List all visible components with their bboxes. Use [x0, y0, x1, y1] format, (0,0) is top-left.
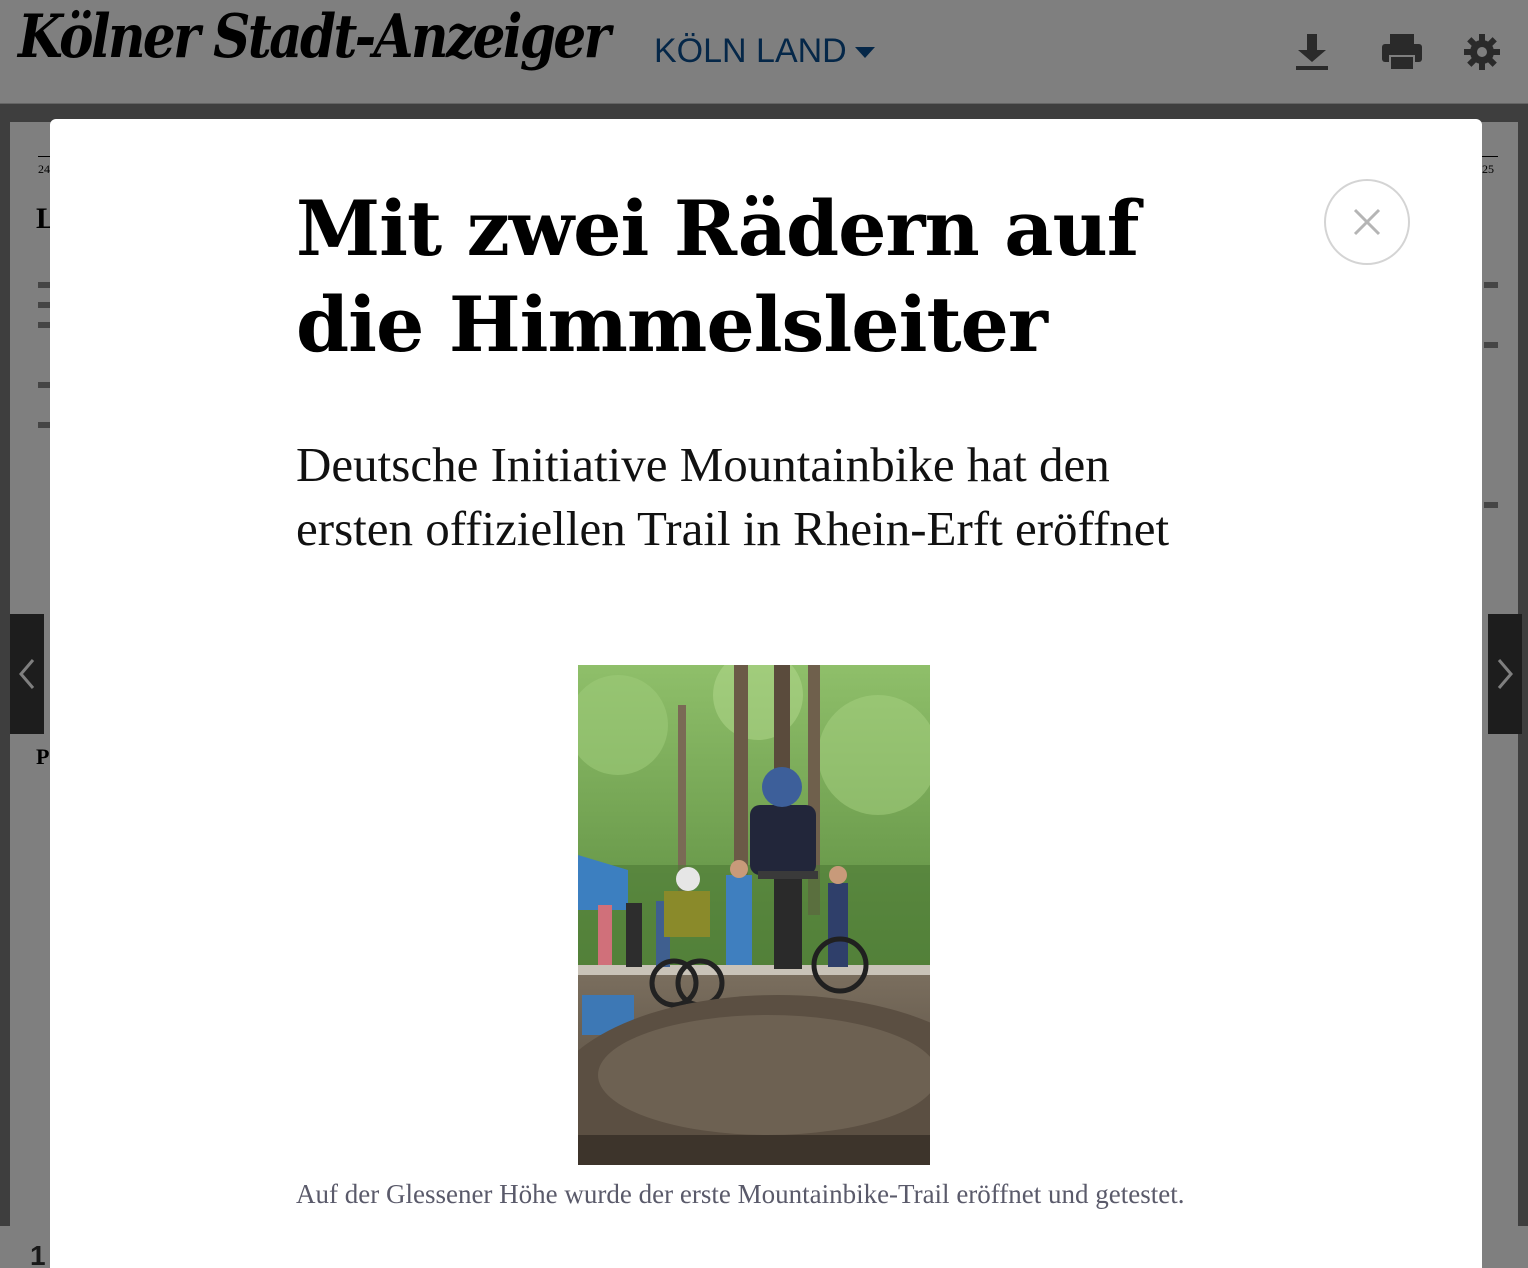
close-icon — [1353, 208, 1381, 236]
close-button[interactable] — [1324, 179, 1410, 265]
article-title: Mit zwei Rädern auf die Himmelsleiter — [296, 184, 1139, 369]
photo-caption: Auf der Glessener Höhe wurde der erste M… — [296, 1179, 1185, 1209]
article-subtitle: Deutsche Initiative Mountainbike hat den… — [296, 437, 1170, 556]
article-modal: Mit zwei Rädern auf die Himmelsleiter De… — [50, 119, 1482, 1268]
article-photo — [578, 665, 930, 1165]
